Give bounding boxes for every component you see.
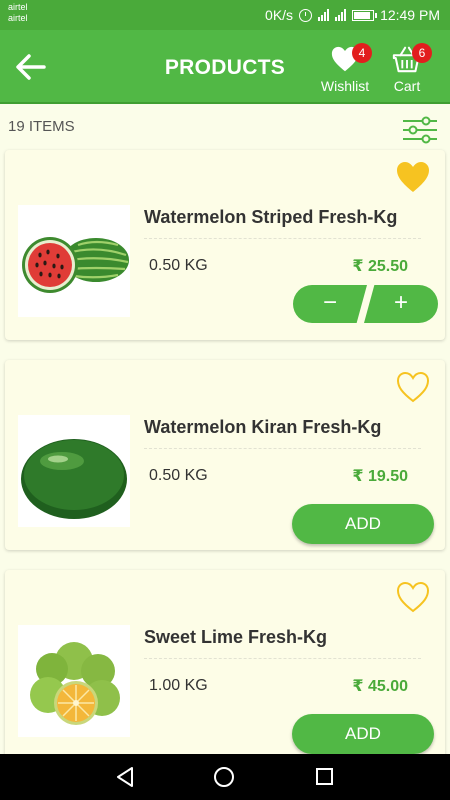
status-indicators: 0K/s 12:49 PM <box>265 7 440 23</box>
wishlist-button[interactable]: 4 Wishlist <box>315 40 375 100</box>
system-navigation-bar <box>0 754 450 800</box>
items-toolbar: 19 ITEMS <box>0 106 450 146</box>
divider <box>144 658 421 659</box>
product-name[interactable]: Watermelon Kiran Fresh-Kg <box>144 417 381 438</box>
heart-filled-icon <box>397 162 429 192</box>
product-name[interactable]: Sweet Lime Fresh-Kg <box>144 627 327 648</box>
divider <box>144 238 421 239</box>
filter-sliders-icon <box>403 116 437 144</box>
watermelon-kiran-image <box>21 439 127 519</box>
nav-recents-icon[interactable] <box>316 768 333 785</box>
alarm-clock-icon <box>299 8 313 22</box>
product-image[interactable] <box>18 625 130 737</box>
filter-button[interactable] <box>402 116 438 144</box>
status-bar: airtel airtel 0K/s 12:49 PM <box>0 0 450 30</box>
product-image[interactable] <box>18 415 130 527</box>
heart-outline-icon <box>396 371 430 403</box>
product-price: ₹ 19.50 <box>352 468 408 485</box>
cart-count-badge: 6 <box>412 43 432 63</box>
product-weight: 0.50 KG <box>149 467 208 484</box>
nav-back-icon[interactable] <box>114 766 136 788</box>
sweet-lime-image <box>30 642 120 725</box>
carrier-2: airtel <box>8 13 28 23</box>
battery-icon <box>352 9 378 21</box>
favorite-button[interactable] <box>395 160 431 194</box>
watermelon-striped-image <box>22 237 129 293</box>
favorite-button[interactable] <box>395 580 431 614</box>
product-card[interactable]: Watermelon Striped Fresh-Kg 0.50 KG ₹ 25… <box>5 150 445 340</box>
nav-home-icon[interactable] <box>214 767 234 787</box>
product-price: ₹ 45.00 <box>352 678 408 695</box>
product-name[interactable]: Watermelon Striped Fresh-Kg <box>144 207 397 228</box>
heart-outline-icon <box>396 581 430 613</box>
signal-icon <box>335 9 347 21</box>
cart-label: Cart <box>393 78 421 94</box>
carrier-labels: airtel airtel <box>8 2 28 24</box>
product-card[interactable]: Watermelon Kiran Fresh-Kg 0.50 KG ₹ 19.5… <box>5 360 445 550</box>
increase-quantity-button[interactable]: + <box>364 285 438 323</box>
page-title: PRODUCTS <box>164 56 286 79</box>
app-bar: PRODUCTS 4 Wishlist 6 Cart <box>0 30 450 104</box>
product-card[interactable]: Sweet Lime Fresh-Kg 1.00 KG ₹ 45.00 ADD <box>5 570 445 760</box>
clock-time: 12:49 PM <box>380 7 440 23</box>
carrier-1: airtel <box>8 2 28 12</box>
wishlist-count-badge: 4 <box>352 43 372 63</box>
product-price: ₹ 25.50 <box>352 258 408 275</box>
add-to-cart-button[interactable]: ADD <box>292 504 434 544</box>
divider <box>144 448 421 449</box>
wishlist-label: Wishlist <box>320 78 370 94</box>
product-weight: 0.50 KG <box>149 257 208 274</box>
favorite-button[interactable] <box>395 370 431 404</box>
quantity-stepper: − + <box>293 285 438 323</box>
product-image[interactable] <box>18 205 130 317</box>
decrease-quantity-button[interactable]: − <box>293 285 367 323</box>
items-count: 19 ITEMS <box>8 118 75 135</box>
add-to-cart-button[interactable]: ADD <box>292 714 434 754</box>
cart-button[interactable]: 6 Cart <box>385 40 432 100</box>
network-speed: 0K/s <box>265 7 294 23</box>
signal-icon <box>318 9 330 21</box>
product-weight: 1.00 KG <box>149 677 208 694</box>
